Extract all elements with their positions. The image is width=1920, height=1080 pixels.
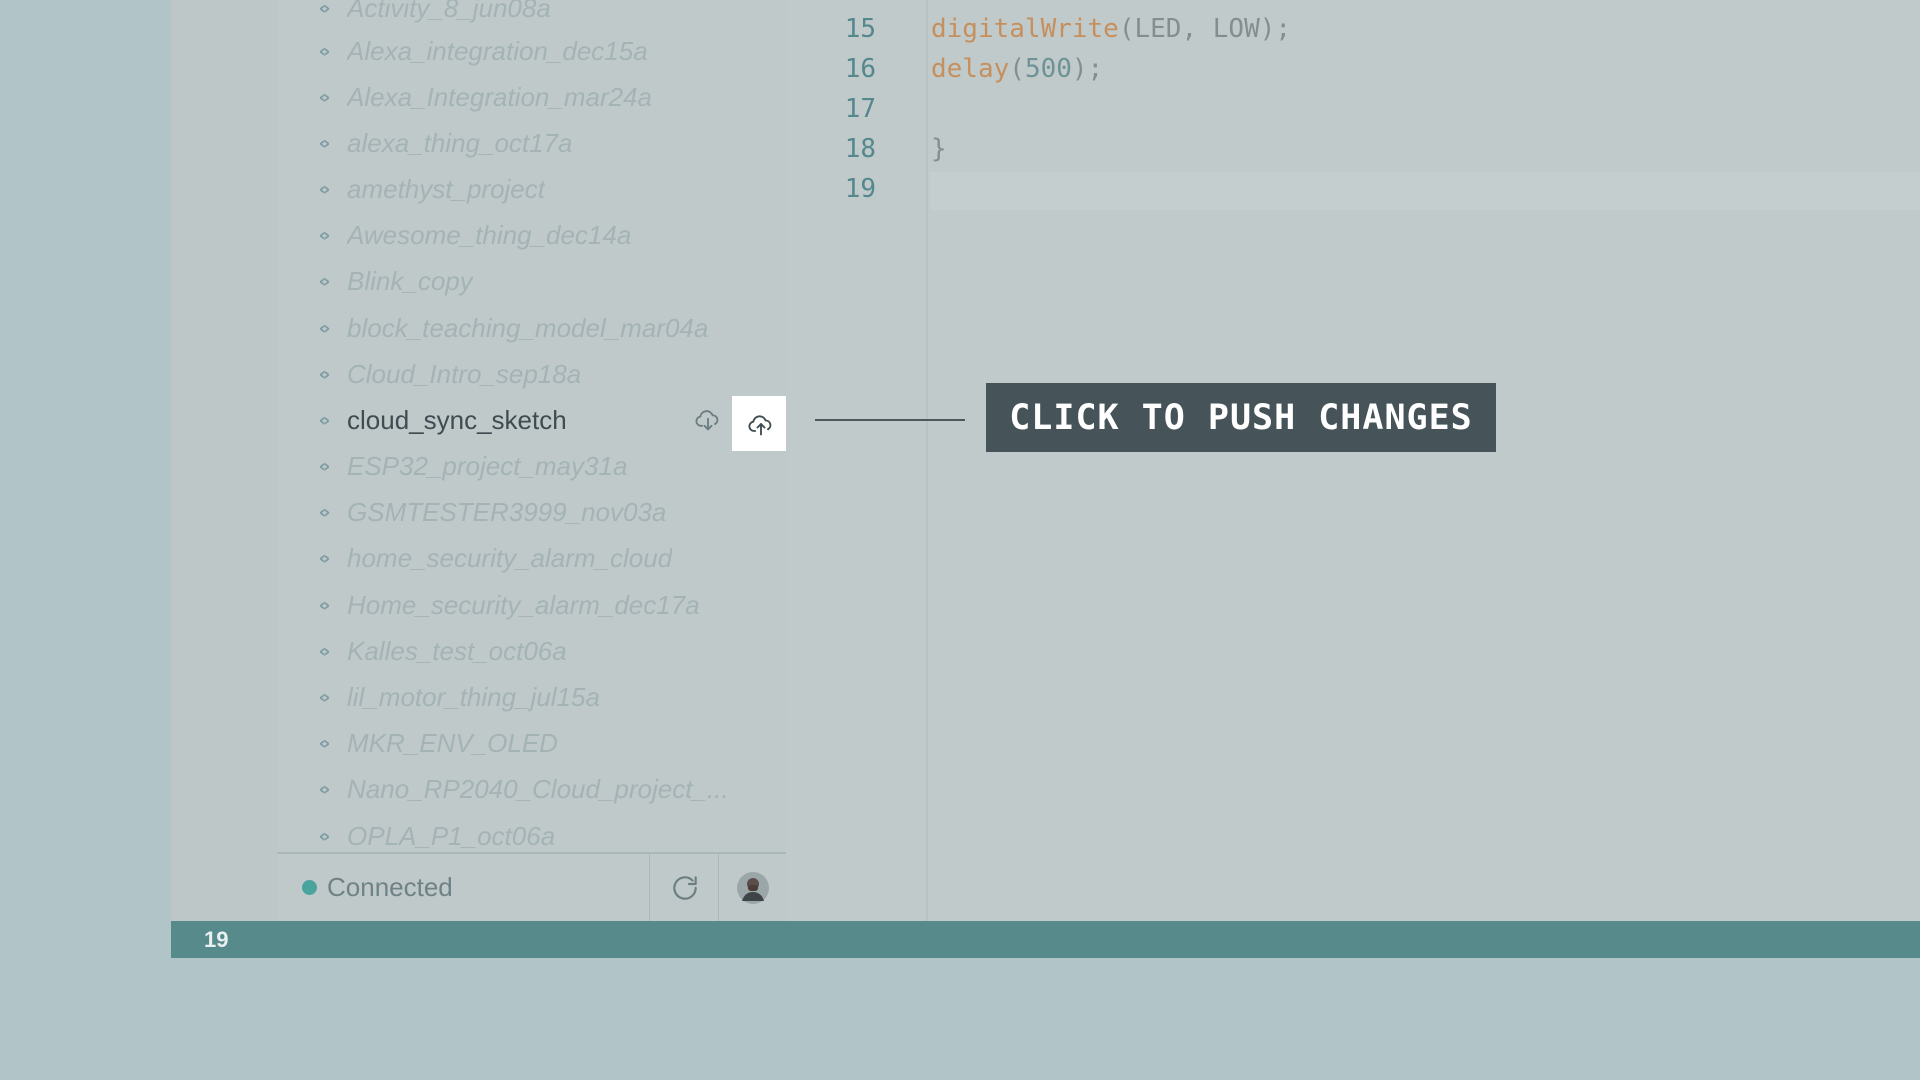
sketch-code-icon: ‹› <box>318 594 331 616</box>
sketch-label: Awesome_thing_dec14a <box>347 220 632 250</box>
push-changes-tooltip: CLICK TO PUSH CHANGES <box>986 383 1496 452</box>
status-bar: 19 <box>171 921 1920 958</box>
code-line: } <box>931 134 947 164</box>
sketch-label: block_teaching_model_mar04a <box>347 313 709 343</box>
code-number-token: 500 <box>1024 54 1072 84</box>
sketch-item-blink-copy[interactable]: ‹› Blink_copy <box>277 258 786 304</box>
user-avatar-button[interactable] <box>718 854 787 921</box>
sketch-item-lil-motor-thing[interactable]: ‹› lil_motor_thing_jul15a <box>277 674 786 720</box>
code-paren-token: ( <box>1009 54 1025 84</box>
refresh-button[interactable] <box>649 854 719 921</box>
line-number: 17 <box>844 94 876 124</box>
sketch-label: amethyst_project <box>347 174 545 204</box>
sketch-item-home-security-alarm-cloud[interactable]: ‹› home_security_alarm_cloud <box>277 535 786 581</box>
sketch-code-icon: ‹› <box>318 270 331 292</box>
tooltip-connector-line <box>815 419 965 421</box>
sketch-item-alexa-integration-mar24a[interactable]: ‹› Alexa_Integration_mar24a <box>277 74 786 120</box>
sketch-code-icon: ‹› <box>318 640 331 662</box>
code-function-token: digitalWrite <box>931 14 1119 44</box>
sketch-list: ‹› Activity_8_jun08a ‹› Alexa_integratio… <box>277 0 786 852</box>
current-line-highlight <box>930 172 1920 210</box>
sketch-code-icon: ‹› <box>318 132 331 154</box>
pull-sketch-button[interactable] <box>689 401 727 439</box>
sketch-label: Blink_copy <box>347 266 473 296</box>
sketch-label: Alexa_integration_dec15a <box>347 36 648 66</box>
cloud-upload-icon <box>747 414 771 435</box>
line-number: 16 <box>844 54 876 84</box>
sketch-code-icon: ‹› <box>318 732 331 754</box>
sidebar-footer: Connected <box>277 852 786 921</box>
code-paren-token: ); <box>1071 54 1104 84</box>
sketch-item-amethyst-project[interactable]: ‹› amethyst_project <box>277 166 786 212</box>
sketch-code-icon: ‹› <box>318 547 331 569</box>
line-number-gutter: 15 16 17 18 19 <box>786 0 928 921</box>
sketch-code-icon: ‹› <box>318 178 331 200</box>
code-editor[interactable]: 15 16 17 18 19 digitalWrite(LED, LOW); d… <box>786 0 1920 921</box>
sketch-label: Activity_8_jun08a <box>347 0 551 23</box>
sketch-label: Cloud_Intro_sep18a <box>347 359 582 389</box>
cloud-download-icon <box>695 410 719 431</box>
refresh-icon <box>672 875 697 900</box>
sketch-item-cloud-sync-sketch[interactable]: ‹› cloud_sync_sketch <box>277 396 786 451</box>
connection-status-label: Connected <box>327 872 453 902</box>
sketch-label: home_security_alarm_cloud <box>347 543 673 573</box>
sketch-label: lil_motor_thing_jul15a <box>347 682 600 712</box>
cloud-sketchbook-sidebar: ‹› Activity_8_jun08a ‹› Alexa_integratio… <box>277 0 786 921</box>
sketch-code-icon: ‹› <box>318 455 331 477</box>
connection-status-dot <box>302 880 317 895</box>
sketch-label: Home_security_alarm_dec17a <box>347 590 700 620</box>
code-function-token: delay <box>931 54 1010 84</box>
activity-bar <box>171 0 277 921</box>
sketch-code-icon: ‹› <box>318 363 331 385</box>
status-line-number: 19 <box>204 927 229 952</box>
sketch-item-cloud-intro[interactable]: ‹› Cloud_Intro_sep18a <box>277 351 786 397</box>
sketch-item-esp32-project[interactable]: ‹› ESP32_project_may31a <box>277 443 786 489</box>
sketch-code-icon: ‹› <box>318 778 331 800</box>
line-number: 19 <box>844 174 876 204</box>
line-number: 18 <box>844 134 876 164</box>
sketch-code-icon: ‹› <box>318 686 331 708</box>
sketch-item-home-security-alarm-dec17a[interactable]: ‹› Home_security_alarm_dec17a <box>277 582 786 628</box>
sketch-label: ESP32_project_may31a <box>347 451 628 481</box>
sketch-label: OPLA_P1_oct06a <box>347 821 556 851</box>
sketch-item-alexa-integration-dec15a[interactable]: ‹› Alexa_integration_dec15a <box>277 28 786 74</box>
sketch-label: Nano_RP2040_Cloud_project_... <box>347 774 729 804</box>
code-line: digitalWrite(LED, LOW); <box>931 14 1291 44</box>
sketch-item-opla-p1[interactable]: ‹› OPLA_P1_oct06a <box>277 813 786 852</box>
sketch-item-gsmtester3999[interactable]: ‹› GSMTESTER3999_nov03a <box>277 489 786 535</box>
sketch-item-mkr-env-oled[interactable]: ‹› MKR_ENV_OLED <box>277 720 786 766</box>
sketch-label: Kalles_test_oct06a <box>347 636 567 666</box>
sketch-code-icon: ‹› <box>318 40 331 62</box>
sketch-code-icon: ‹› <box>318 317 331 339</box>
sketch-label: MKR_ENV_OLED <box>347 728 558 758</box>
code-line: delay(500); <box>931 54 1103 84</box>
user-avatar <box>737 871 769 904</box>
line-number: 15 <box>844 14 876 44</box>
code-args-token: (LED, LOW); <box>1118 14 1292 44</box>
sketch-item-block-teaching-model[interactable]: ‹› block_teaching_model_mar04a <box>277 305 786 351</box>
sketch-code-icon: ‹› <box>318 0 331 19</box>
sketch-label: GSMTESTER3999_nov03a <box>347 497 667 527</box>
sketch-code-icon: ‹› <box>318 224 331 246</box>
sketch-item-awesome-thing[interactable]: ‹› Awesome_thing_dec14a <box>277 212 786 258</box>
sketch-row-actions <box>277 396 786 451</box>
sketch-code-icon: ‹› <box>318 825 331 847</box>
sketch-code-icon: ‹› <box>318 501 331 523</box>
sketch-label: Alexa_Integration_mar24a <box>347 82 652 112</box>
sketch-code-icon: ‹› <box>318 86 331 108</box>
sketch-item-kalles-test[interactable]: ‹› Kalles_test_oct06a <box>277 628 786 674</box>
sketch-item-activity-8[interactable]: ‹› Activity_8_jun08a <box>277 0 786 31</box>
sketch-label: alexa_thing_oct17a <box>347 128 573 158</box>
sketch-item-nano-rp2040[interactable]: ‹› Nano_RP2040_Cloud_project_... <box>277 766 786 812</box>
sketch-item-alexa-thing[interactable]: ‹› alexa_thing_oct17a <box>277 120 786 166</box>
app-window: ‹› Activity_8_jun08a ‹› Alexa_integratio… <box>171 0 1920 921</box>
